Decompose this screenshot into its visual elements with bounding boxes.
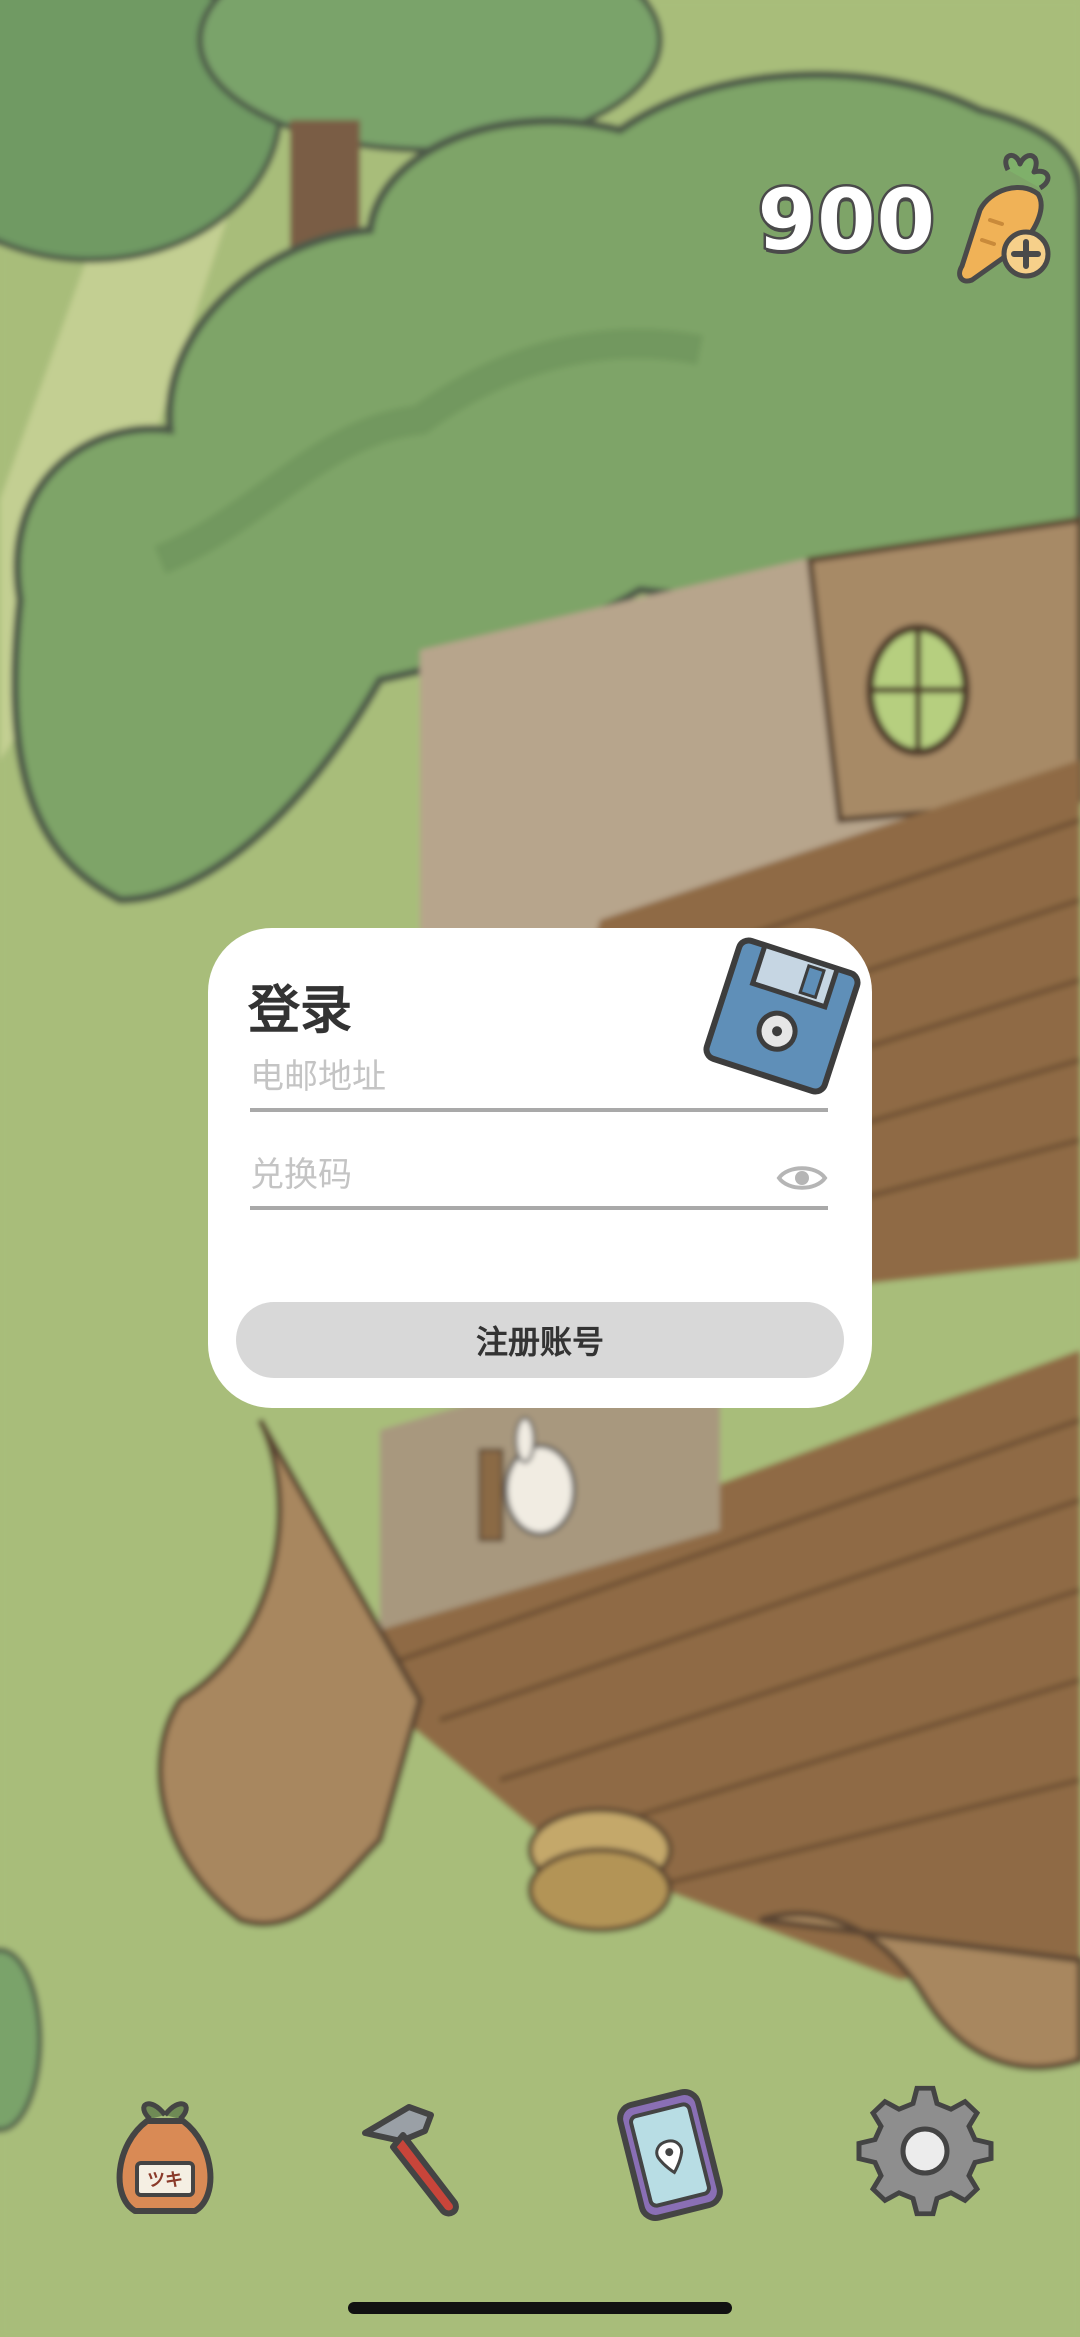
- redeem-code-input[interactable]: [250, 1150, 750, 1200]
- dialog-title: 登录: [248, 981, 353, 1041]
- bottom-toolbar: ツキ: [0, 2080, 1080, 2240]
- eye-icon[interactable]: [776, 1160, 828, 1196]
- bag-label: ツキ: [147, 2170, 183, 2191]
- code-field-row: [250, 1136, 828, 1210]
- phone-map-button[interactable]: [595, 2080, 745, 2230]
- carrot-count: 900: [755, 169, 937, 272]
- email-field-row: [250, 1038, 828, 1112]
- settings-button[interactable]: [850, 2080, 1000, 2230]
- email-input[interactable]: [250, 1052, 750, 1102]
- build-button[interactable]: [340, 2080, 490, 2230]
- home-indicator[interactable]: [348, 2302, 732, 2314]
- settings-gear-icon: [856, 2085, 994, 2217]
- login-dialog: 登录 注册账号: [208, 928, 872, 1408]
- carrot-counter[interactable]: 900: [755, 150, 1060, 290]
- carrot-plus-icon[interactable]: [950, 150, 1060, 290]
- register-button[interactable]: 注册账号: [236, 1302, 844, 1378]
- bag-button[interactable]: ツキ: [90, 2080, 240, 2230]
- bag-icon: ツキ: [116, 2101, 214, 2214]
- hammer-icon: [362, 2104, 459, 2217]
- phone-map-icon: [617, 2089, 723, 2221]
